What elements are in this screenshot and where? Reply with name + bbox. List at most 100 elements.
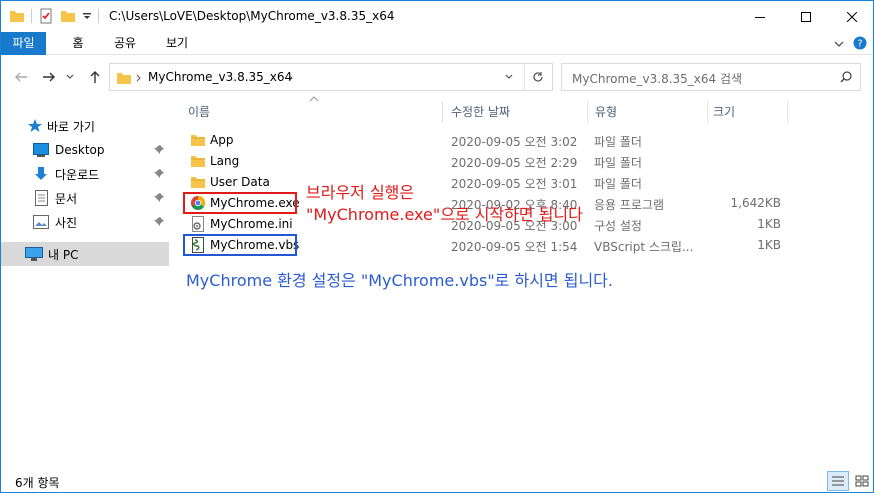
- ribbon-tabs: 파일 홈 공유 보기 ?: [1, 32, 873, 55]
- search-placeholder: MyChrome_v3.8.35_x64 검색: [572, 72, 743, 86]
- column-divider[interactable]: [707, 101, 708, 123]
- sort-ascending-icon: [309, 96, 319, 102]
- chevron-down-icon: [66, 74, 74, 79]
- navigation-pane: 바로 가기 Desktop 다운로드 문서 사진 내 PC: [1, 97, 169, 469]
- settings-file-icon: [192, 216, 204, 232]
- nav-item-label: 바로 가기: [47, 119, 95, 134]
- file-name: App: [210, 133, 234, 147]
- status-bar: 6개 항목: [1, 469, 873, 493]
- pin-icon[interactable]: [153, 216, 165, 228]
- refresh-button[interactable]: [524, 64, 552, 90]
- minimize-button[interactable]: [737, 1, 783, 32]
- search-box[interactable]: MyChrome_v3.8.35_x64 검색: [561, 63, 861, 91]
- column-divider[interactable]: [587, 101, 588, 123]
- chevron-down-icon[interactable]: [82, 8, 92, 24]
- large-icons-view-icon: [855, 475, 869, 487]
- nav-item-label: 내 PC: [48, 247, 79, 262]
- file-date: 2020-09-05 오전 2:29: [451, 156, 578, 170]
- file-row-lang[interactable]: Lang 2020-09-05 오전 2:29 파일 폴더: [181, 151, 791, 172]
- tab-view[interactable]: 보기: [159, 32, 195, 55]
- document-icon: [35, 190, 48, 206]
- file-date: 2020-09-05 오전 3:02: [451, 135, 578, 149]
- file-name: User Data: [210, 175, 270, 189]
- file-row-app[interactable]: App 2020-09-05 오전 3:02 파일 폴더: [181, 130, 791, 151]
- nav-item-downloads[interactable]: 다운로드: [1, 162, 169, 186]
- maximize-button[interactable]: [783, 1, 829, 32]
- nav-item-quick-access[interactable]: 바로 가기: [1, 114, 169, 138]
- minimize-icon: [755, 16, 765, 18]
- folder-icon: [10, 11, 24, 22]
- star-icon: [28, 119, 42, 132]
- nav-item-label: Desktop: [55, 143, 105, 157]
- file-type: 파일 폴더: [594, 135, 642, 149]
- back-button[interactable]: [11, 67, 31, 87]
- pin-icon[interactable]: [153, 168, 165, 180]
- new-folder-icon[interactable]: [60, 8, 76, 24]
- refresh-icon: [533, 72, 543, 82]
- breadcrumb[interactable]: MyChrome_v3.8.35_x64: [148, 70, 292, 84]
- chevron-right-icon: [288, 74, 293, 82]
- column-header-size[interactable]: 크기: [713, 101, 735, 123]
- tab-home[interactable]: 홈: [63, 32, 93, 55]
- chevron-down-icon: [505, 74, 513, 79]
- recent-locations-button[interactable]: [63, 67, 77, 87]
- details-view-button[interactable]: [827, 471, 849, 491]
- column-header-type[interactable]: 유형: [595, 101, 617, 123]
- toolbar-divider: [31, 9, 32, 23]
- column-divider[interactable]: [787, 101, 788, 123]
- back-arrow-icon: [15, 72, 27, 82]
- column-divider[interactable]: [442, 101, 443, 123]
- tab-file[interactable]: 파일: [1, 32, 46, 55]
- chevron-right-icon: [136, 74, 141, 82]
- desktop-icon: [33, 143, 49, 157]
- exe-annotation-line2: "MyChrome.exe"으로 시작하면 됩니다: [306, 205, 583, 224]
- help-button[interactable]: ?: [853, 36, 867, 53]
- file-date: 2020-09-05 오전 1:54: [451, 240, 578, 254]
- folder-icon: [191, 156, 205, 167]
- window-title: C:\Users\LoVE\Desktop\MyChrome_v3.8.35_x…: [109, 9, 395, 23]
- file-type: 파일 폴더: [594, 177, 642, 191]
- properties-icon[interactable]: [38, 8, 54, 24]
- help-icon: ?: [853, 36, 867, 50]
- pictures-icon: [33, 215, 49, 229]
- chevron-down-icon: [834, 41, 844, 47]
- details-view-icon: [832, 476, 844, 486]
- nav-item-documents[interactable]: 문서: [1, 186, 169, 210]
- title-bar: C:\Users\LoVE\Desktop\MyChrome_v3.8.35_x…: [1, 1, 873, 32]
- column-header-name[interactable]: 이름: [188, 101, 210, 123]
- expand-ribbon-button[interactable]: [833, 38, 845, 52]
- svg-text:?: ?: [857, 39, 862, 50]
- up-arrow-icon: [90, 71, 100, 83]
- toolbar-divider: [98, 9, 99, 23]
- column-header-date[interactable]: 수정한 날짜: [451, 101, 510, 123]
- file-size: 1KB: [757, 217, 781, 231]
- tab-share[interactable]: 공유: [107, 32, 143, 55]
- folder-icon: [117, 73, 131, 84]
- exe-annotation: 브라우저 실행은 "MyChrome.exe"으로 시작하면 됩니다: [306, 182, 583, 226]
- file-name: Lang: [210, 154, 240, 168]
- pin-icon[interactable]: [153, 144, 165, 156]
- up-button[interactable]: [85, 67, 105, 87]
- nav-item-label: 문서: [55, 191, 78, 206]
- address-bar[interactable]: MyChrome_v3.8.35_x64: [109, 63, 553, 91]
- quick-access-toolbar: [9, 8, 99, 24]
- folder-icon: [191, 135, 205, 146]
- address-history-button[interactable]: [494, 64, 524, 90]
- file-type: 파일 폴더: [594, 156, 642, 170]
- explorer-window: C:\Users\LoVE\Desktop\MyChrome_v3.8.35_x…: [0, 0, 874, 493]
- file-type: 구성 설정: [594, 219, 642, 233]
- nav-item-pictures[interactable]: 사진: [1, 210, 169, 234]
- nav-item-desktop[interactable]: Desktop: [1, 138, 169, 162]
- large-icons-view-button[interactable]: [851, 471, 873, 491]
- search-icon: [840, 71, 852, 83]
- exe-annotation-line1: 브라우저 실행은: [306, 183, 415, 202]
- file-type: VBScript 스크립...: [594, 240, 694, 254]
- item-count: 6개 항목: [15, 476, 60, 490]
- nav-item-this-pc[interactable]: 내 PC: [1, 242, 169, 266]
- forward-button[interactable]: [39, 67, 59, 87]
- computer-icon: [25, 247, 43, 261]
- folder-icon: [191, 177, 205, 188]
- pin-icon[interactable]: [153, 192, 165, 204]
- nav-item-label: 사진: [55, 215, 78, 230]
- close-button[interactable]: [829, 1, 874, 32]
